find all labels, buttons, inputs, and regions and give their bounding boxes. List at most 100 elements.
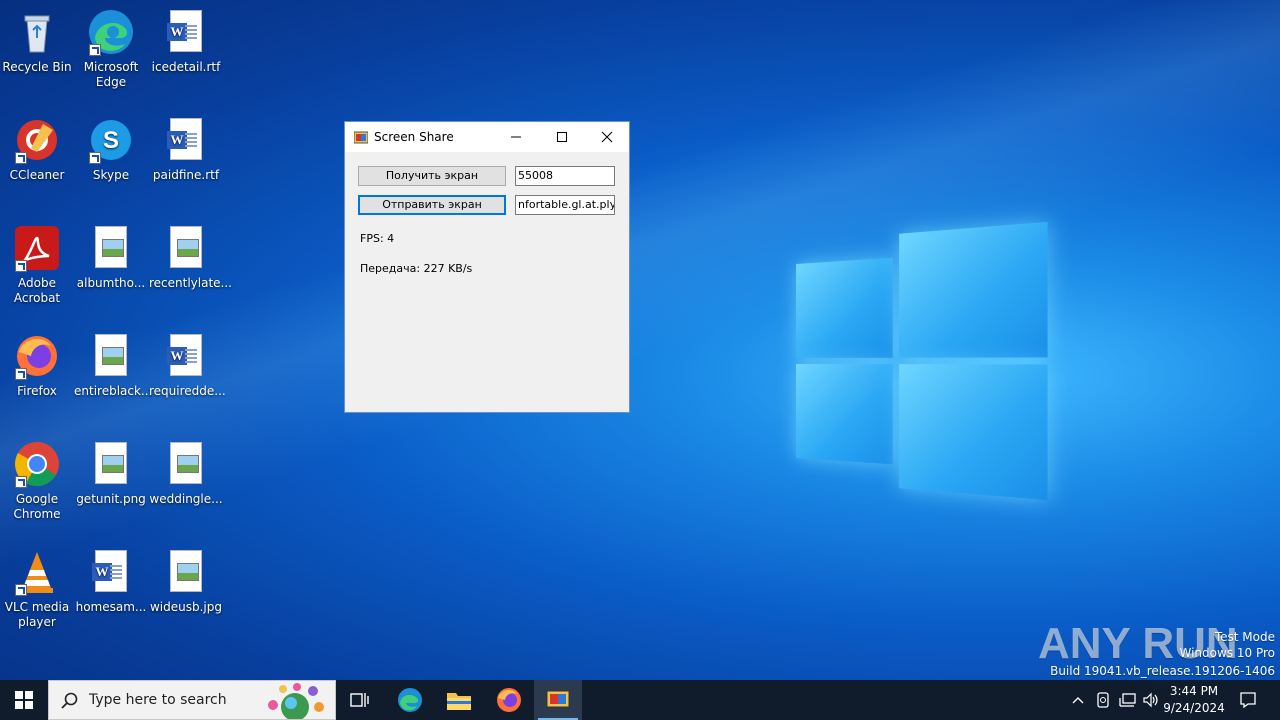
windows-edition-label: Windows 10 Pro [1179, 646, 1275, 660]
windows-logo-wallpaper [796, 221, 1048, 501]
image-file-icon [162, 440, 210, 488]
desktop-icon-label: Microsoft Edge [83, 60, 139, 89]
close-button[interactable] [584, 122, 630, 152]
chevron-up-icon [1072, 697, 1084, 704]
firefox-icon [497, 688, 521, 712]
start-button[interactable] [0, 680, 48, 720]
ccleaner-icon [13, 116, 61, 164]
desktop-icon-firefox[interactable]: Firefox [0, 332, 74, 399]
desktop-icon-label: albumtho... [76, 276, 146, 290]
desktop-icon-recycle-bin[interactable]: Recycle Bin [0, 8, 74, 75]
network-icon [1119, 693, 1136, 707]
desktop-icon-albumtho[interactable]: albumtho... [74, 224, 148, 291]
desktop-icon-vlc[interactable]: VLC media player [0, 548, 74, 630]
app-icon [353, 130, 369, 144]
vlc-icon [13, 548, 61, 596]
volume-icon [1143, 692, 1158, 708]
desktop-icon-label: Google Chrome [13, 492, 61, 521]
clock-time: 3:44 PM [1169, 684, 1219, 698]
desktop-icon-skype[interactable]: S Skype [74, 116, 148, 183]
desktop-icon-requiredde[interactable]: W requiredde... [149, 332, 226, 399]
desktop-icon-paidfine[interactable]: W paidfine.rtf [149, 116, 223, 183]
word-document-icon: W [162, 332, 210, 380]
desktop-icon-recentlylate[interactable]: recentlylate... [149, 224, 232, 291]
build-label: Build 19041.vb_release.191206-1406 [1050, 664, 1275, 678]
desktop-icon-adobe-acrobat[interactable]: Adobe Acrobat [0, 224, 74, 306]
device-icon [1097, 692, 1109, 708]
edge-icon [398, 688, 422, 712]
desktop-icon-weddingle[interactable]: weddingle... [149, 440, 223, 507]
notification-icon [1240, 692, 1256, 709]
taskbar-file-explorer-button[interactable] [435, 680, 483, 720]
desktop-icon-label: icedetail.rtf [151, 60, 221, 74]
chrome-icon [13, 440, 61, 488]
desktop-icon-label: Firefox [17, 384, 57, 398]
maximize-icon [557, 132, 567, 142]
action-center-button[interactable] [1234, 680, 1262, 720]
close-icon [601, 131, 613, 143]
desktop-icon-label: homesam... [75, 600, 147, 614]
show-hidden-icons-button[interactable] [1068, 680, 1088, 720]
adobe-acrobat-icon [13, 224, 61, 272]
windows-start-icon [15, 691, 33, 709]
taskbar: Type here to search 3:44 PM 9/24/2024 [0, 680, 1280, 720]
image-file-icon [87, 224, 135, 272]
transfer-rate-label: Передача: 227 KB/s [360, 262, 473, 275]
window-titlebar[interactable]: Screen Share [345, 122, 629, 152]
desktop-icon-entireblack[interactable]: entireblack... [74, 332, 153, 399]
screen-share-window: Screen Share Получить экран 55008 Отправ… [344, 121, 630, 413]
firefox-icon [13, 332, 61, 380]
desktop-icon-wideusb[interactable]: wideusb.jpg [149, 548, 223, 615]
skype-icon: S [87, 116, 135, 164]
search-placeholder: Type here to search [89, 692, 227, 708]
recycle-bin-icon [13, 8, 61, 56]
tray-volume-button[interactable] [1140, 680, 1162, 720]
host-input[interactable]: nfortable.gl.at.ply.gg [515, 195, 615, 215]
minimize-icon [511, 136, 521, 138]
tray-device-button[interactable] [1092, 680, 1114, 720]
taskbar-clock[interactable]: 3:44 PM 9/24/2024 [1160, 683, 1228, 717]
desktop-icon-google-chrome[interactable]: Google Chrome [0, 440, 74, 522]
desktop-icon-label: recentlylate... [149, 276, 232, 290]
desktop-icon-icedetail[interactable]: W icedetail.rtf [149, 8, 223, 75]
image-file-icon [87, 440, 135, 488]
desktop-icon-getunit[interactable]: getunit.png [74, 440, 148, 507]
word-document-icon: W [162, 116, 210, 164]
desktop-icon-microsoft-edge[interactable]: Microsoft Edge [74, 8, 148, 90]
desktop-icon-label: requiredde... [149, 384, 226, 398]
folder-icon [447, 693, 471, 710]
task-view-icon [350, 693, 369, 707]
test-mode-label: Test Mode [1214, 630, 1275, 644]
search-highlight-icon [268, 683, 324, 719]
get-screen-button[interactable]: Получить экран [358, 166, 506, 186]
send-screen-button[interactable]: Отправить экран [358, 195, 506, 215]
desktop-icon-label: Adobe Acrobat [13, 276, 61, 305]
taskbar-search-box[interactable]: Type here to search [48, 680, 336, 720]
word-document-icon: W [162, 8, 210, 56]
desktop-icon-label: CCleaner [9, 168, 65, 182]
taskbar-firefox-button[interactable] [485, 680, 533, 720]
desktop-icon-ccleaner[interactable]: CCleaner [0, 116, 74, 183]
minimize-button[interactable] [493, 122, 539, 152]
taskbar-screen-share-button[interactable] [534, 680, 582, 720]
desktop-icon-label: Recycle Bin [2, 60, 72, 74]
image-file-icon [162, 548, 210, 596]
port-input[interactable]: 55008 [515, 166, 615, 186]
fps-label: FPS: 4 [360, 232, 395, 245]
search-icon [61, 692, 78, 709]
clock-date: 9/24/2024 [1163, 701, 1225, 715]
desktop-icon-label: entireblack... [74, 384, 153, 398]
tray-network-button[interactable] [1116, 680, 1138, 720]
desktop-icon-label: weddingle... [149, 492, 223, 506]
desktop-icon-homesam[interactable]: W homesam... [74, 548, 148, 615]
image-file-icon [87, 332, 135, 380]
image-file-icon [162, 224, 210, 272]
desktop-icon-label: VLC media player [4, 600, 70, 629]
screen-share-app-icon [546, 690, 570, 708]
desktop-icon-label: Skype [92, 168, 130, 182]
desktop-icon-label: paidfine.rtf [152, 168, 220, 182]
task-view-button[interactable] [336, 680, 384, 720]
edge-icon [87, 8, 135, 56]
taskbar-edge-button[interactable] [386, 680, 434, 720]
maximize-button[interactable] [539, 122, 585, 152]
